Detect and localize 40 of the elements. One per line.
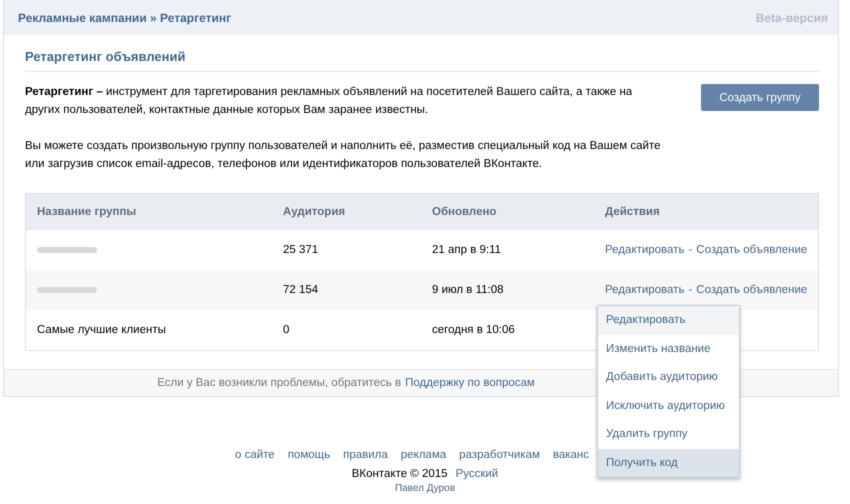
column-header: Действия: [605, 206, 661, 218]
footer-link[interactable]: разработчикам: [459, 449, 540, 461]
updated-time: сегодня в 10:06: [432, 324, 515, 336]
intro-paragraph: Ретаргетинг – инструмент для таргетирования рекламных объявлений на посетителей Вашего сайта, а также на других пользователей, контактные данные которых Вам заранее известны.: [25, 85, 634, 118]
column-header: Аудитория: [283, 206, 346, 218]
footer-link[interactable]: ваканс: [552, 449, 590, 461]
updated-time: 9 июл в 11:08: [432, 284, 504, 296]
audience-count: 25 371: [283, 244, 318, 256]
language-link[interactable]: Русский: [456, 468, 498, 480]
column-header: Обновлено: [432, 206, 498, 218]
menu-item[interactable]: Исключить аудиторию: [598, 392, 739, 420]
column-header: Название группы: [37, 206, 138, 218]
create-group-button[interactable]: Создать группу: [701, 84, 819, 111]
separator: -: [688, 284, 692, 296]
action-link[interactable]: Создать объявление: [696, 284, 808, 296]
action-link[interactable]: Редактировать: [605, 244, 684, 256]
separator: -: [688, 244, 692, 256]
copyright: ВКонтакте © 2015: [352, 468, 448, 480]
footer-link[interactable]: правила: [343, 449, 388, 461]
action-link[interactable]: Создать объявление: [696, 244, 808, 256]
audience-count: 0: [283, 324, 290, 336]
group-name: Самые лучшие клиенты: [37, 324, 166, 336]
updated-time: 21 апр в 9:11: [432, 244, 502, 256]
beta-label: Beta-версия: [756, 10, 828, 24]
footer-link[interactable]: о сайте: [235, 449, 275, 461]
menu-item[interactable]: Добавить аудиторию: [598, 363, 739, 392]
support-link[interactable]: Поддержку по вопросам: [405, 377, 535, 389]
menu-item[interactable]: Удалить группу: [598, 420, 739, 448]
section-title: Ретаргетинг объявлений: [25, 49, 819, 72]
action-link[interactable]: Редактировать: [605, 284, 684, 296]
footer-link[interactable]: реклама: [400, 449, 446, 461]
intro-paragraph: Вы можете создать произвольную группу пользователей и наполнить её, разместив специальный код на Вашем сайте или загрузив список email-адресов, телефонов или идентификаторов пользователей ВКонтакте.: [25, 139, 662, 172]
menu-item[interactable]: Получить код: [598, 448, 739, 477]
menu-item[interactable]: Изменить название: [598, 334, 739, 363]
footer-link[interactable]: помощь: [288, 449, 330, 461]
author-link[interactable]: Павел Дуров: [394, 483, 456, 494]
help-text: Если у Вас возникли проблемы, обратитесь в: [157, 377, 402, 389]
audience-count: 72 154: [283, 284, 318, 296]
breadcrumb[interactable]: Рекламные кампании » Ретаргетинг: [18, 10, 232, 24]
menu-item[interactable]: Редактировать: [598, 306, 739, 334]
